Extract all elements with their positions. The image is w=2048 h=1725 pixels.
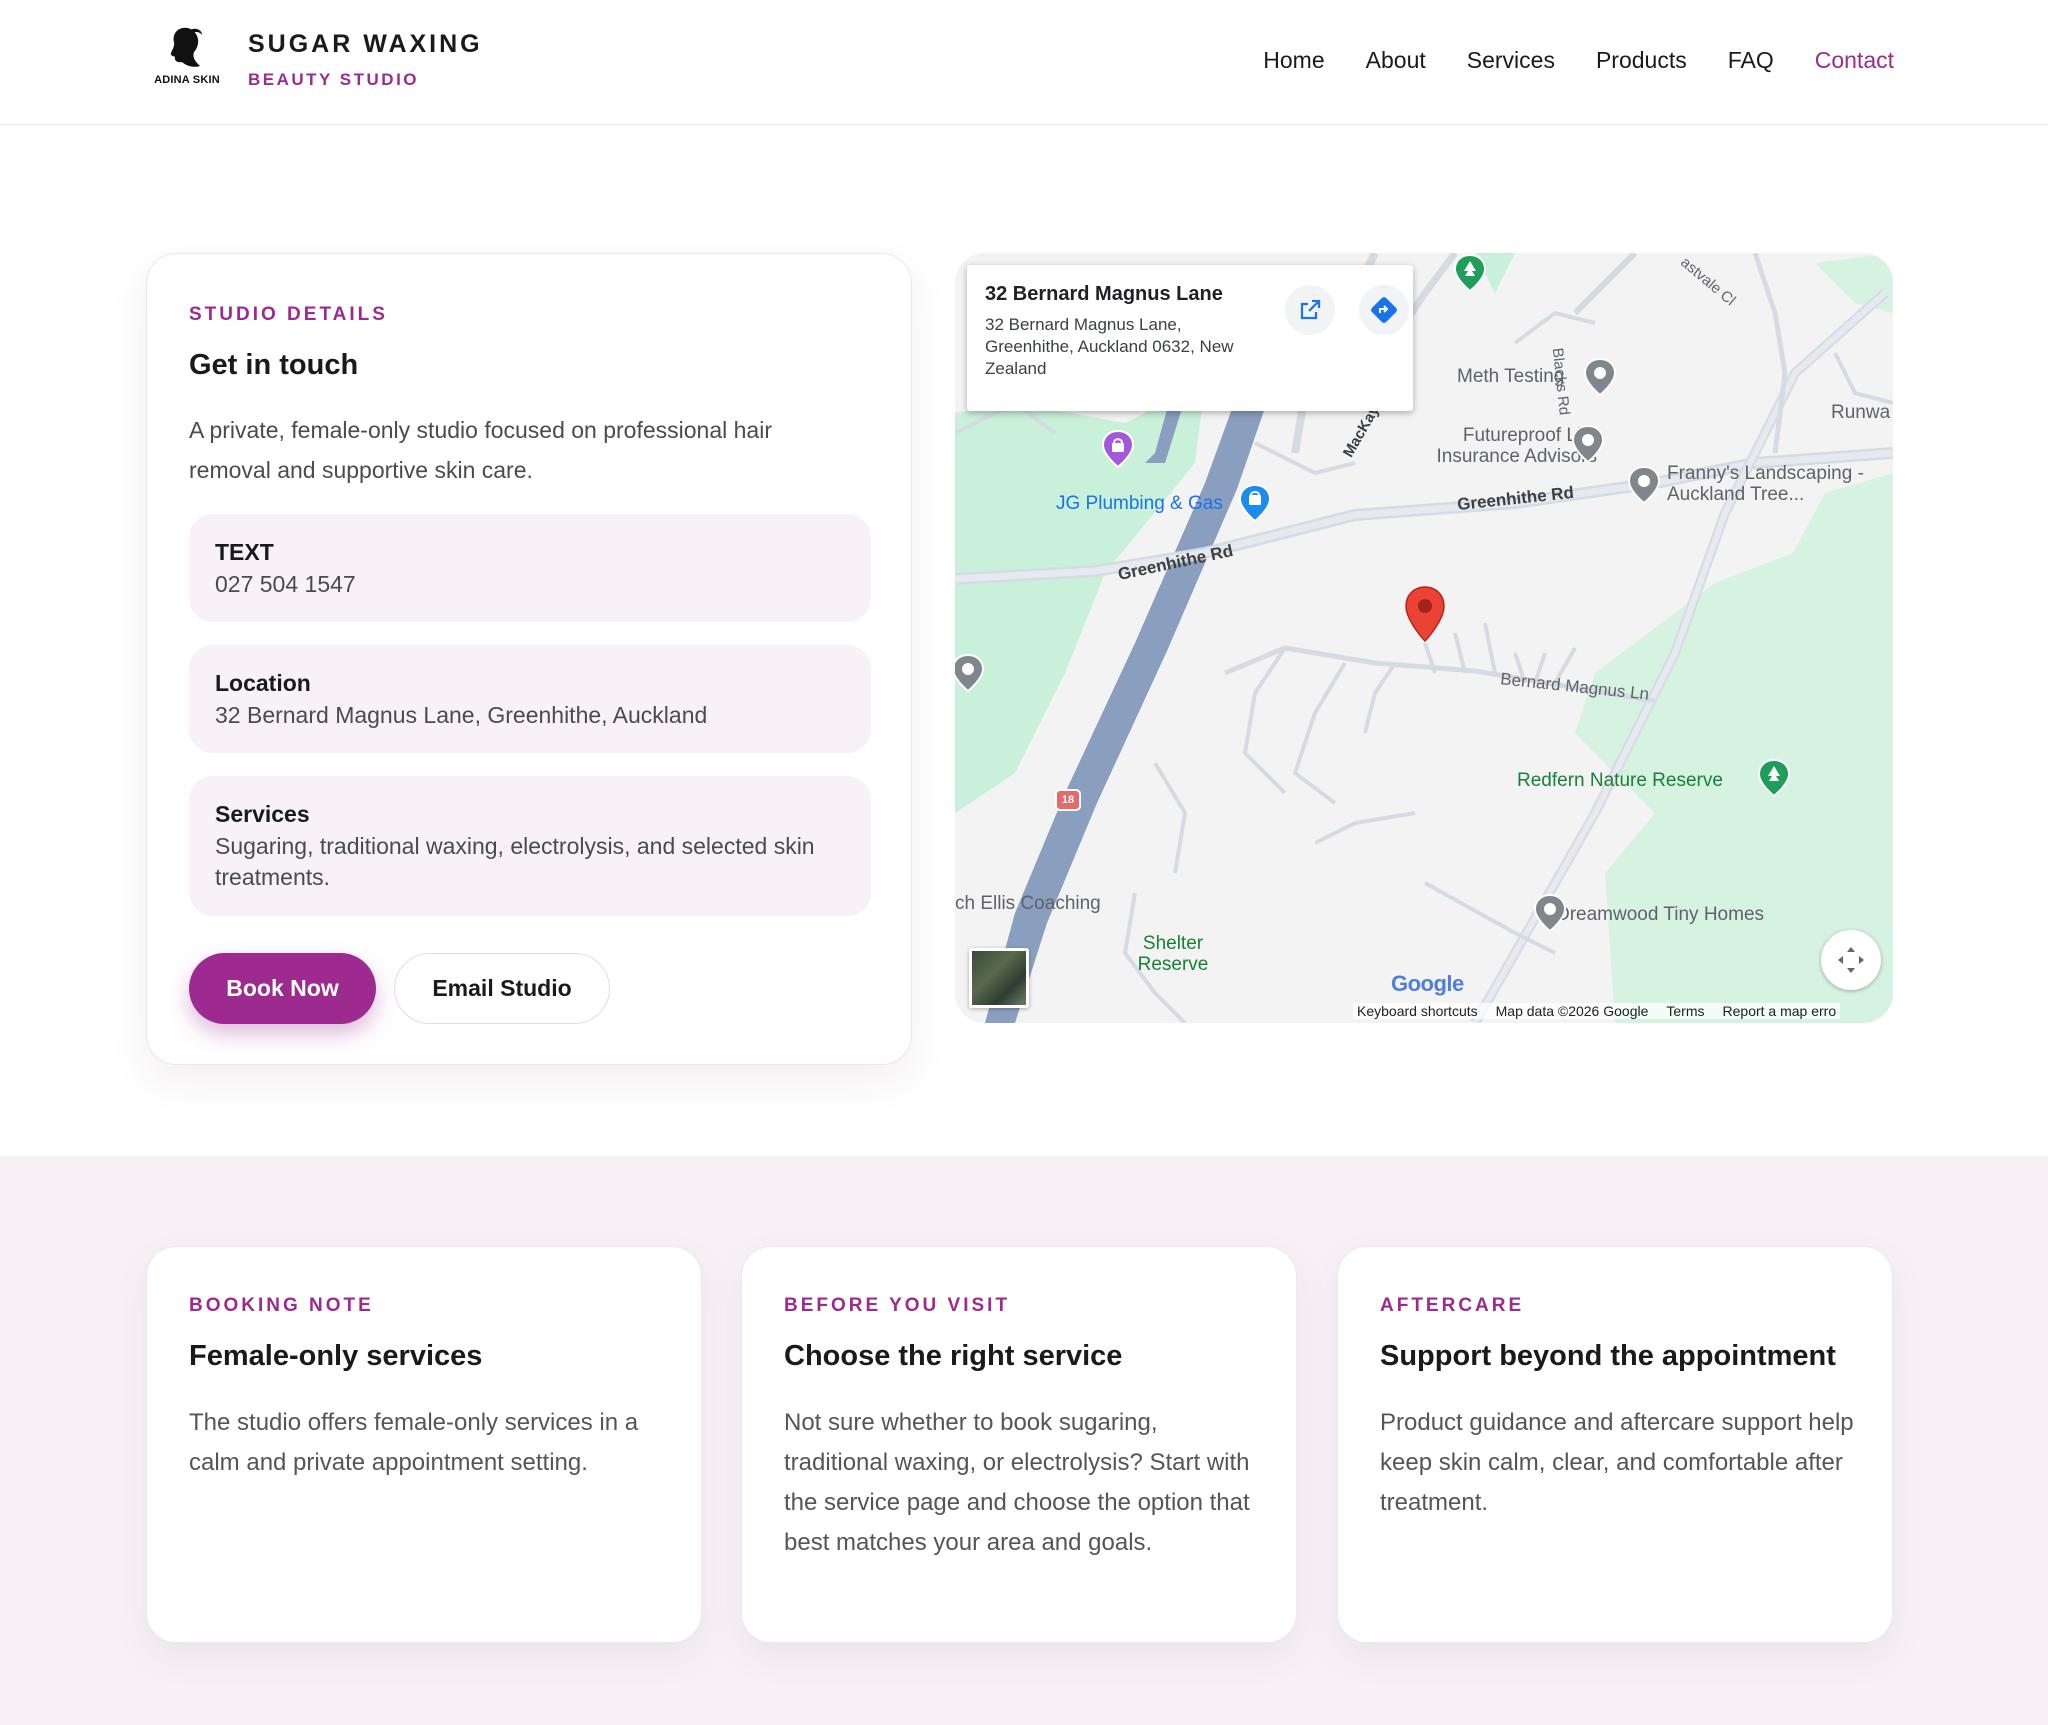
report-map-error-link[interactable]: Report a map erro bbox=[1723, 1003, 1837, 1019]
booking-note-card: BOOKING NOTE Female-only services The st… bbox=[146, 1246, 702, 1643]
poi-ellis-coaching[interactable]: ch Ellis Coaching bbox=[955, 893, 1101, 915]
brand-logo[interactable]: ADINA SKIN bbox=[150, 26, 224, 90]
location-pin-icon[interactable] bbox=[1403, 585, 1447, 643]
poi-marker-icon bbox=[1627, 465, 1661, 505]
location-box: Location 32 Bernard Magnus Lane, Greenhi… bbox=[189, 645, 871, 753]
tree-icon bbox=[1453, 253, 1487, 293]
poi-runwa: Runwa bbox=[1831, 402, 1891, 423]
directions-button[interactable] bbox=[1359, 285, 1409, 335]
silhouette-icon bbox=[170, 27, 202, 67]
book-now-button[interactable]: Book Now bbox=[189, 953, 376, 1024]
details-intro: A private, female-only studio focused on… bbox=[189, 417, 772, 483]
map-data-attribution: Map data ©2026 Google bbox=[1495, 1003, 1649, 1019]
brand-title: SUGAR WAXING bbox=[248, 30, 483, 58]
poi-jg-plumbing[interactable]: JG Plumbing & Gas bbox=[1056, 493, 1223, 515]
nav-services[interactable]: Services bbox=[1467, 47, 1555, 74]
brand-subtitle: BEAUTY STUDIO bbox=[248, 70, 420, 89]
nav-contact[interactable]: Contact bbox=[1815, 47, 1894, 74]
google-wordmark: Google bbox=[1391, 971, 1464, 996]
card-eyebrow: BOOKING NOTE bbox=[189, 1295, 374, 1316]
info-label: Location bbox=[215, 670, 311, 696]
aftercare-card: AFTERCARE Support beyond the appointment… bbox=[1337, 1246, 1893, 1643]
map-info-window: 32 Bernard Magnus Lane 32 Bernard Magnus… bbox=[967, 265, 1413, 411]
logo-caption: ADINA SKIN bbox=[154, 74, 220, 86]
main-nav: Home About Services Products FAQ Contact bbox=[1263, 47, 1894, 74]
info-window-address: 32 Bernard Magnus Lane, Greenhithe, Auck… bbox=[985, 315, 1234, 378]
nav-home[interactable]: Home bbox=[1263, 47, 1324, 74]
before-you-visit-card: BEFORE YOU VISIT Choose the right servic… bbox=[741, 1246, 1297, 1643]
location-value: 32 Bernard Magnus Lane, Greenhithe, Auck… bbox=[215, 702, 708, 728]
card-eyebrow: BEFORE YOU VISIT bbox=[784, 1295, 1011, 1316]
fullscreen-button[interactable] bbox=[1821, 930, 1881, 990]
google-logo: Google bbox=[1391, 971, 1464, 997]
site-header: ADINA SKIN SUGAR WAXING BEAUTY STUDIO Ho… bbox=[0, 0, 2048, 125]
card-body: The studio offers female-only services i… bbox=[189, 1409, 639, 1476]
details-heading: Get in touch bbox=[189, 349, 359, 381]
services-box: Services Sugaring, traditional waxing, e… bbox=[189, 776, 871, 916]
open-in-maps-button[interactable] bbox=[1285, 285, 1335, 335]
email-studio-button[interactable]: Email Studio bbox=[394, 953, 610, 1024]
card-heading: Support beyond the appointment bbox=[1380, 1340, 1836, 1372]
poi-meth-testing[interactable]: Meth Testing bbox=[1457, 366, 1564, 388]
highway-shield: 18 bbox=[1055, 789, 1081, 811]
nav-faq[interactable]: FAQ bbox=[1728, 47, 1774, 74]
location-map[interactable]: Greenhithe Rd Greenhithe Rd Bernard Magn… bbox=[955, 253, 1893, 1023]
details-eyebrow: STUDIO DETAILS bbox=[189, 304, 388, 325]
poi-dreamwood[interactable]: Dreamwood Tiny Homes bbox=[1556, 904, 1764, 926]
phone-number[interactable]: 027 504 1547 bbox=[215, 569, 845, 600]
card-body: Not sure whether to book sugaring, tradi… bbox=[784, 1409, 1250, 1556]
fullscreen-icon bbox=[1838, 947, 1864, 973]
poi-marker-icon bbox=[1583, 357, 1617, 397]
services-value: Sugaring, traditional waxing, electrolys… bbox=[215, 833, 815, 890]
nav-products[interactable]: Products bbox=[1596, 47, 1687, 74]
satellite-toggle-button[interactable] bbox=[969, 948, 1029, 1008]
card-eyebrow: AFTERCARE bbox=[1380, 1295, 1525, 1316]
keyboard-shortcuts-link[interactable]: Keyboard shortcuts bbox=[1357, 1003, 1478, 1019]
poi-marker-icon bbox=[955, 653, 985, 693]
info-label: Services bbox=[215, 801, 310, 827]
poi-marker-icon bbox=[1571, 424, 1605, 464]
contact-text-box: TEXT 027 504 1547 bbox=[189, 514, 871, 622]
shopping-bag-icon bbox=[1238, 483, 1272, 523]
directions-icon bbox=[1371, 297, 1397, 323]
poi-frannys[interactable]: Franny's Landscaping - Auckland Tree... bbox=[1667, 463, 1887, 505]
studio-details-card: STUDIO DETAILS Get in touch A private, f… bbox=[146, 253, 912, 1065]
nav-about[interactable]: About bbox=[1366, 47, 1426, 74]
external-link-icon bbox=[1300, 299, 1321, 320]
tree-icon bbox=[1757, 758, 1791, 798]
card-body: Product guidance and aftercare support h… bbox=[1380, 1409, 1854, 1516]
card-heading: Choose the right service bbox=[784, 1340, 1123, 1372]
poi-futureproof[interactable]: Futureproof Life Insurance Advisors bbox=[1387, 425, 1597, 467]
terms-link[interactable]: Terms bbox=[1666, 1003, 1704, 1019]
card-heading: Female-only services bbox=[189, 1340, 483, 1372]
poi-marker-icon bbox=[1533, 893, 1567, 933]
poi-shelter-reserve[interactable]: Shelter Reserve bbox=[1123, 933, 1223, 975]
info-label: TEXT bbox=[215, 539, 274, 565]
lock-icon bbox=[1101, 429, 1135, 469]
poi-redfern[interactable]: Redfern Nature Reserve bbox=[1517, 770, 1723, 792]
map-attribution: Keyboard shortcuts Map data ©2026 Google… bbox=[1353, 1003, 1841, 1019]
